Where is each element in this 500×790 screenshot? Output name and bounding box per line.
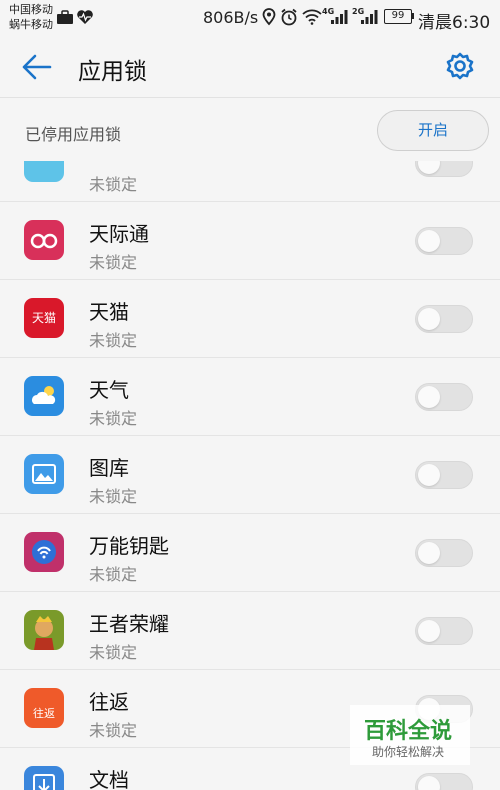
list-item: 万能钥匙 未锁定: [0, 514, 500, 592]
page-title: 应用锁: [78, 59, 147, 85]
lock-toggle[interactable]: [415, 539, 473, 567]
signal-4g-icon: [331, 10, 348, 24]
clock: 清晨6:30: [418, 13, 491, 33]
tianjitong-icon: [24, 220, 64, 260]
signal-2g-icon: [361, 10, 378, 24]
arrow-left-icon: [22, 54, 52, 80]
toggle-knob: [418, 308, 440, 330]
carrier-secondary: 蜗牛移动: [9, 18, 53, 31]
app-name: 天际通: [89, 222, 149, 246]
gallery-icon: [24, 454, 64, 494]
toggle-knob: [418, 542, 440, 564]
lock-toggle[interactable]: [415, 161, 473, 177]
app-name: 图库: [89, 456, 129, 480]
app-name: 万能钥匙: [89, 534, 169, 558]
app-lock-status: 未锁定: [89, 253, 138, 272]
lock-toggle[interactable]: [415, 227, 473, 255]
settings-button[interactable]: [440, 49, 480, 85]
enable-app-lock-button[interactable]: 开启: [377, 110, 489, 151]
tmall-icon-label: 天猫: [31, 311, 56, 325]
lock-toggle[interactable]: [415, 461, 473, 489]
health-heart-icon: [77, 10, 93, 24]
wangfan-icon-label: 往返: [33, 707, 55, 720]
alarm-icon: [281, 8, 297, 26]
app-name: 天气: [89, 378, 129, 402]
battery-cap: [412, 13, 414, 19]
briefcase-icon: [57, 10, 73, 24]
list-item: 天猫 天猫 未锁定: [0, 280, 500, 358]
list-item: 未锁定: [0, 161, 500, 202]
watermark-subtitle: 助你轻松解决: [372, 745, 445, 759]
weather-icon: [24, 376, 64, 416]
toggle-knob: [418, 230, 440, 252]
list-item: 图库 未锁定: [0, 436, 500, 514]
toggle-knob: [418, 464, 440, 486]
watermark: 百科全说 助你轻松解决: [350, 705, 470, 765]
toggle-knob: [418, 161, 440, 174]
lock-toggle[interactable]: [415, 383, 473, 411]
list-item: 天气 未锁定: [0, 358, 500, 436]
watermark-title: 百科全说: [364, 719, 453, 744]
tmall-icon: 天猫: [24, 298, 64, 338]
status-bar: 中国移动 蜗牛移动 806B/s 4G 2G 99 清晨6:30: [0, 0, 500, 36]
app-name: 王者荣耀: [89, 612, 169, 636]
app-lock-status: 未锁定: [89, 331, 138, 350]
battery-icon: 99: [384, 9, 412, 24]
app-name: 往返: [89, 690, 129, 714]
app-name: 天猫: [89, 300, 129, 324]
lock-toggle[interactable]: [415, 773, 473, 790]
app-name: 文档: [89, 768, 129, 790]
app-lock-status: 未锁定: [89, 409, 138, 428]
app-lock-status: 未锁定: [89, 721, 138, 740]
wifi-icon: [302, 9, 322, 25]
app-lock-status: 未锁定: [89, 643, 138, 662]
documents-icon: [24, 766, 64, 790]
unknown-app-icon: [24, 161, 64, 182]
list-item: 王者荣耀 未锁定: [0, 592, 500, 670]
app-lock-status-row: 已停用应用锁 开启: [0, 99, 500, 161]
toggle-knob: [418, 620, 440, 642]
toggle-knob: [418, 386, 440, 408]
battery-level: 99: [391, 10, 405, 21]
location-icon: [262, 8, 276, 26]
app-lock-disabled-label: 已停用应用锁: [25, 125, 122, 144]
wangfan-icon: 往返: [24, 688, 64, 728]
app-lock-status: 未锁定: [89, 565, 138, 584]
app-lock-status: 未锁定: [89, 487, 138, 506]
toggle-knob: [418, 776, 440, 790]
list-item: 天际通 未锁定: [0, 202, 500, 280]
lock-toggle[interactable]: [415, 305, 473, 333]
net-speed: 806B/s: [203, 8, 259, 27]
app-bar: 应用锁: [0, 36, 500, 98]
gear-icon: [446, 52, 474, 80]
app-lock-status: 未锁定: [89, 175, 138, 194]
back-button[interactable]: [18, 50, 58, 84]
carrier-primary: 中国移动: [9, 3, 53, 16]
app-list: 未锁定 天际通 未锁定 天猫 天猫 未锁定 天气 未锁定 图库 未锁定 万能钥匙…: [0, 161, 500, 790]
lock-toggle[interactable]: [415, 617, 473, 645]
wifi-key-icon: [24, 532, 64, 572]
game-icon: [24, 610, 64, 650]
